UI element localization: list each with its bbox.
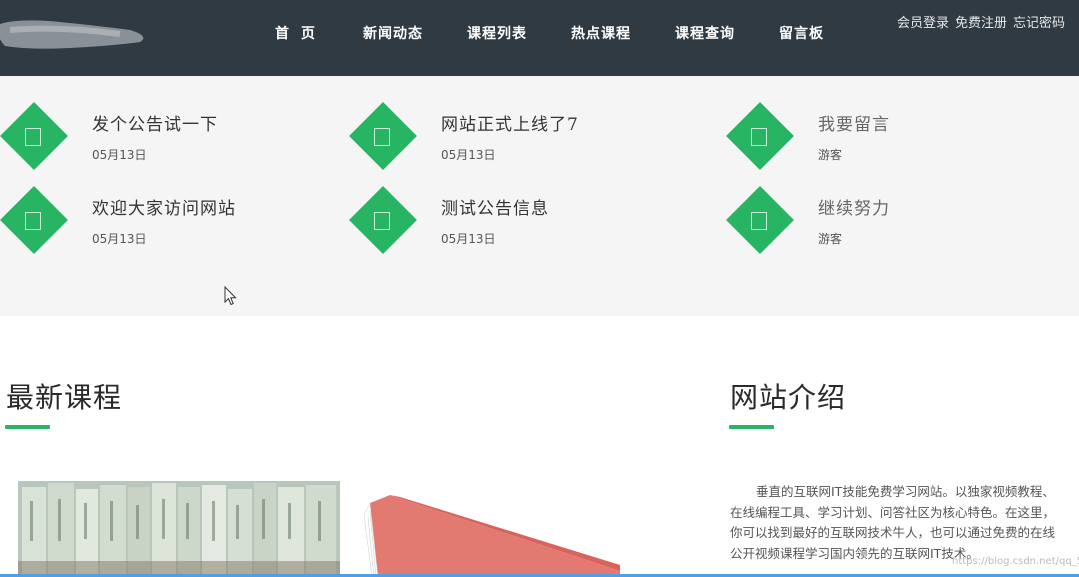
notice-item[interactable]: 发个公告试一下 05月13日 [0,102,320,178]
about-underline [729,425,774,429]
notice-item[interactable]: 欢迎大家访问网站 05月13日 [0,186,320,262]
free-register-link[interactable]: 免费注册 [955,14,1007,34]
notice-date: 05月13日 [441,148,496,162]
user-links: 会员登录 免费注册 忘记密码 [897,14,1065,34]
nav-message-board[interactable]: 留言板 [779,22,824,46]
notice-author: 游客 [818,148,843,162]
member-login-link[interactable]: 会员登录 [897,14,949,34]
course-image-books[interactable] [18,481,340,577]
square-glyph-icon [751,212,767,230]
notice-title[interactable]: 欢迎大家访问网站 [92,194,236,219]
notice-item[interactable]: 网站正式上线了7 05月13日 [349,102,669,178]
logo-image[interactable] [0,18,150,52]
nav-home[interactable]: 首页 [275,22,327,46]
notice-section: 发个公告试一下 05月13日 网站正式上线了7 05月13日 我要留言 游客 欢… [0,76,1079,316]
nav-course-search[interactable]: 课程查询 [675,22,735,46]
square-glyph-icon [751,128,767,146]
square-glyph-icon [374,212,390,230]
notice-author: 游客 [818,232,843,246]
notice-title[interactable]: 网站正式上线了7 [441,110,579,135]
nav-hot-courses[interactable]: 热点课程 [571,22,631,46]
about-title: 网站介绍 [730,381,847,414]
about-text: 垂直的互联网IT技能免费学习网站。以独家视频教程、在线编程工具、学习计划、问答社… [730,484,1056,561]
watermark-text: https://blog.csdn.net/qq_52311798 [952,556,1079,567]
notice-title[interactable]: 测试公告信息 [441,194,549,219]
latest-courses-underline [5,425,50,429]
notice-item[interactable]: 测试公告信息 05月13日 [349,186,669,262]
square-glyph-icon [25,212,41,230]
notice-date: 05月13日 [92,232,147,246]
notice-title[interactable]: 我要留言 [818,110,890,135]
notice-date: 05月13日 [92,148,147,162]
notice-item[interactable]: 继续努力 游客 [726,186,1046,262]
notice-title[interactable]: 发个公告试一下 [92,110,218,135]
forgot-password-link[interactable]: 忘记密码 [1013,14,1065,34]
nav-course-list[interactable]: 课程列表 [467,22,527,46]
square-glyph-icon [374,128,390,146]
nav-news[interactable]: 新闻动态 [363,22,423,46]
notice-item[interactable]: 我要留言 游客 [726,102,1046,178]
notice-title[interactable]: 继续努力 [818,194,890,219]
site-header: 首页 新闻动态 课程列表 热点课程 课程查询 留言板 会员登录 免费注册 忘记密… [0,0,1079,76]
square-glyph-icon [25,128,41,146]
main-nav: 首页 新闻动态 课程列表 热点课程 课程查询 留言板 [275,22,868,46]
course-image-red-book[interactable] [360,495,620,577]
latest-courses-title: 最新课程 [6,381,123,414]
notice-date: 05月13日 [441,232,496,246]
mouse-cursor-icon [224,286,237,306]
